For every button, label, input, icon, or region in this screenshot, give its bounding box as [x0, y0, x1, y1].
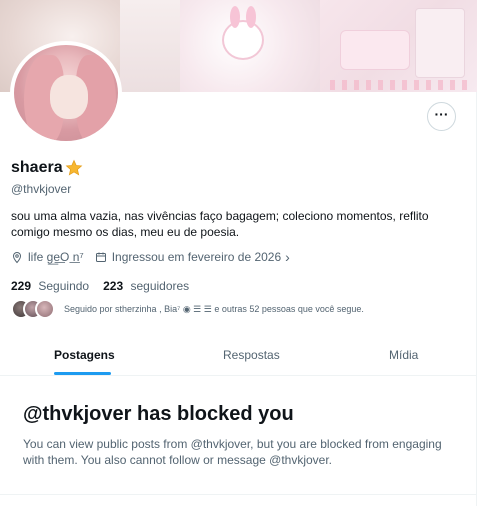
joined-text: Ingressou em fevereiro de 2026 [111, 250, 282, 264]
follower-avatar [35, 299, 55, 319]
follow-counts: 229 Seguindo 223 seguidores [11, 279, 203, 293]
profile-handle: @thvkjover [11, 182, 72, 196]
following-label: Seguindo [38, 279, 90, 293]
display-name: shaera [11, 159, 63, 176]
profile-tabs: Postagens Respostas Mídia [0, 337, 477, 376]
tab-replies[interactable]: Respostas [223, 348, 280, 362]
profile-location: life g͟e͟O ͟n⁷ [11, 250, 84, 264]
followed-by-text: Seguido por stherzinha , Bia⁷ ◉ ☰ ☰ e ou… [64, 303, 364, 314]
profile-page: ··· shaera @thvkjover sou uma alma vazia… [0, 0, 498, 506]
banner-character [222, 6, 264, 60]
divider [0, 494, 477, 495]
blocked-message: You can view public posts from @thvkjove… [23, 437, 442, 467]
profile-meta: life g͟e͟O ͟n⁷ Ingressou em fevereiro de… [11, 249, 301, 265]
location-pin-icon [12, 251, 22, 263]
active-tab-indicator [54, 372, 111, 375]
followers-count: 223 [103, 279, 124, 293]
chevron-right-icon: › [285, 249, 290, 265]
followers-label: seguidores [130, 279, 190, 293]
tab-posts[interactable]: Postagens [54, 348, 115, 362]
following-link[interactable]: 229 Seguindo [11, 279, 89, 293]
followed-by-row[interactable]: Seguido por stherzinha , Bia⁷ ◉ ☰ ☰ e ou… [11, 299, 364, 319]
profile-name-row: shaera [11, 159, 83, 177]
avatar[interactable] [10, 41, 122, 145]
blocked-title: @thvkjover has blocked you [23, 403, 294, 425]
following-count: 229 [11, 279, 32, 293]
tab-media[interactable]: Mídia [389, 348, 418, 362]
calendar-icon [95, 252, 106, 262]
more-horizontal-icon: ··· [434, 106, 449, 122]
profile-joined[interactable]: Ingressou em fevereiro de 2026 › [95, 249, 290, 265]
location-text: life g͟e͟O ͟n⁷ [28, 250, 84, 264]
profile-bio: sou uma alma vazia, nas vivências faço b… [11, 209, 429, 239]
more-options-button[interactable]: ··· [427, 102, 456, 131]
followers-link[interactable]: 223 seguidores [103, 279, 189, 293]
star-emoji-icon [65, 159, 82, 176]
